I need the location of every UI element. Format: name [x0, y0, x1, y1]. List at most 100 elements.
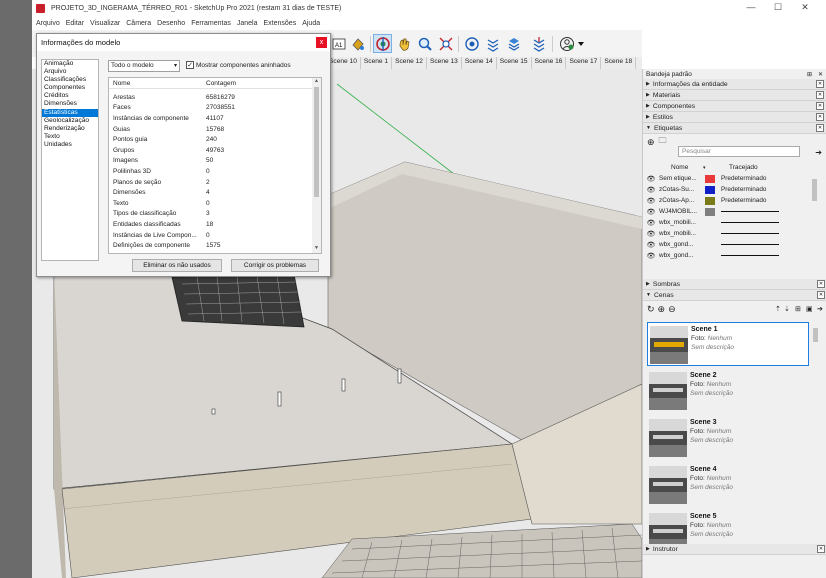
- add-tag-icon[interactable]: ⊕: [647, 137, 655, 148]
- share-model-icon[interactable]: [504, 34, 523, 53]
- tag-dash-line[interactable]: [721, 244, 779, 245]
- tab-scene-10[interactable]: Scene 10: [326, 57, 361, 69]
- tag-row[interactable]: 👁 wbx_gond...: [645, 250, 810, 261]
- tag-col-name[interactable]: Nome: [657, 164, 691, 171]
- tag-row[interactable]: 👁 WJ4MOBIL...: [645, 206, 810, 217]
- tag-color-swatch[interactable]: [705, 174, 715, 183]
- tag-dash-line[interactable]: [721, 222, 779, 223]
- tag-row[interactable]: 👁 Sem etique... Predeterminado: [645, 173, 810, 184]
- scroll-up-icon[interactable]: ▲: [312, 78, 321, 84]
- warehouse-icon[interactable]: [462, 34, 481, 53]
- menu-extensoes[interactable]: Extensões: [264, 20, 297, 27]
- close-panel-icon[interactable]: ✕: [816, 80, 824, 88]
- section-tags[interactable]: ▼ Etiquetas ✕: [643, 123, 826, 134]
- tab-scene-14[interactable]: Scene 14: [462, 57, 497, 69]
- section-shadows[interactable]: ▶ Sombras ✕: [643, 279, 826, 290]
- scene-scrollbar[interactable]: [811, 322, 820, 537]
- tag-scroll-thumb[interactable]: [812, 179, 817, 201]
- fix-problems-button[interactable]: Corrigir os problemas: [231, 259, 319, 272]
- scene-item[interactable]: Scene 2 Foto: Nenhum Sem descrição: [647, 369, 809, 413]
- category-item-selected[interactable]: Estatísticas: [42, 108, 98, 117]
- menu-janela[interactable]: Janela: [237, 20, 258, 27]
- tab-scene-13[interactable]: Scene 13: [427, 57, 462, 69]
- tag-dash-style[interactable]: Predeterminado: [721, 186, 766, 193]
- section-materials[interactable]: ▶ Materiais ✕: [643, 90, 826, 101]
- tag-color-swatch[interactable]: [705, 252, 715, 260]
- statistics-scrollbar[interactable]: ▲ ▼: [312, 78, 321, 253]
- section-scenes[interactable]: ▼ Cenas ✕: [643, 290, 826, 301]
- category-item[interactable]: Geolocalização: [42, 117, 98, 125]
- scene-scroll-thumb[interactable]: [813, 328, 818, 342]
- tab-scene-18[interactable]: Scene 18: [601, 57, 637, 69]
- scene-item[interactable]: Scene 4 Foto: Nenhum Sem descrição: [647, 463, 809, 507]
- visibility-eye-icon[interactable]: 👁: [645, 208, 657, 216]
- tag-dash-line[interactable]: [721, 255, 779, 256]
- category-item[interactable]: Classificações: [42, 76, 98, 84]
- category-item[interactable]: Créditos: [42, 92, 98, 100]
- tag-row[interactable]: 👁 zCotas-Ap... Predeterminado: [645, 195, 810, 206]
- tag-color-swatch[interactable]: [705, 219, 715, 227]
- visibility-eye-icon[interactable]: 👁: [645, 230, 657, 238]
- remove-scene-icon[interactable]: ⊖: [668, 304, 676, 315]
- scroll-down-icon[interactable]: ▼: [312, 245, 321, 251]
- menu-visualizar[interactable]: Visualizar: [90, 20, 120, 27]
- tab-scene-1[interactable]: Scene 1: [361, 57, 393, 69]
- tag-row[interactable]: 👁 wbx_gond...: [645, 239, 810, 250]
- tag-dash-line[interactable]: [721, 233, 779, 234]
- minimize-button[interactable]: —: [740, 2, 762, 12]
- menu-desenho[interactable]: Desenho: [157, 20, 185, 27]
- close-panel-icon[interactable]: ✕: [817, 545, 825, 553]
- tag-color-swatch[interactable]: [705, 185, 715, 194]
- zoom-icon[interactable]: [415, 34, 434, 53]
- tray-close-icon[interactable]: ✕: [818, 71, 823, 78]
- close-panel-icon[interactable]: ✕: [816, 91, 824, 99]
- tab-scene-17[interactable]: Scene 17: [566, 57, 602, 69]
- add-scene-icon[interactable]: ⊕: [658, 304, 666, 315]
- visibility-eye-icon[interactable]: 👁: [645, 241, 657, 249]
- account-menu-icon[interactable]: [558, 34, 588, 53]
- sort-chevron-icon[interactable]: ▾: [691, 165, 709, 171]
- extension-warehouse-icon[interactable]: [529, 34, 548, 53]
- visibility-eye-icon[interactable]: 👁: [645, 252, 657, 260]
- pan-hand-icon[interactable]: [394, 34, 413, 53]
- close-panel-icon[interactable]: ✕: [816, 113, 824, 121]
- tag-color-swatch[interactable]: [705, 207, 715, 216]
- tag-color-swatch[interactable]: [705, 241, 715, 249]
- menu-arquivo[interactable]: Arquivo: [36, 20, 60, 27]
- orbit-icon[interactable]: [373, 34, 392, 53]
- category-item[interactable]: Texto: [42, 133, 98, 141]
- zoom-extents-icon[interactable]: [436, 34, 455, 53]
- tab-scene-15[interactable]: Scene 15: [497, 57, 532, 69]
- tab-scene-16[interactable]: Scene 16: [532, 57, 567, 69]
- menu-editar[interactable]: Editar: [66, 20, 84, 27]
- category-item[interactable]: Arquivo: [42, 68, 98, 76]
- category-item[interactable]: Dimensões: [42, 100, 98, 108]
- visibility-eye-icon[interactable]: 👁: [645, 175, 657, 183]
- section-styles[interactable]: ▶ Estilos ✕: [643, 112, 826, 123]
- move-scene-down-icon[interactable]: ⇣: [784, 305, 790, 313]
- tag-dash-line[interactable]: [721, 211, 779, 212]
- section-entity-info[interactable]: ▶ Informações da entidade ✕: [643, 79, 826, 90]
- tag-color-swatch[interactable]: [705, 230, 715, 238]
- scene-item-selected[interactable]: Scene 1 Foto: Nenhum Sem descrição: [647, 322, 809, 366]
- scope-dropdown[interactable]: Todo o modelo ▾: [108, 60, 180, 72]
- visibility-eye-icon[interactable]: 👁: [645, 186, 657, 194]
- section-instructor[interactable]: ▶ Instrutor ✕: [643, 544, 826, 555]
- pin-icon[interactable]: ⊞: [807, 71, 812, 78]
- dialog-close-button[interactable]: x: [316, 37, 327, 48]
- visibility-eye-icon[interactable]: 👁: [645, 219, 657, 227]
- tag-dash-style[interactable]: Predeterminado: [721, 175, 766, 182]
- tab-scene-12[interactable]: Scene 12: [392, 57, 427, 69]
- category-item[interactable]: Unidades: [42, 141, 98, 149]
- add-tag-folder-icon[interactable]: 🗀: [659, 135, 667, 149]
- close-window-button[interactable]: ✕: [794, 2, 816, 13]
- update-scene-icon[interactable]: ↻: [647, 304, 655, 315]
- maximize-button[interactable]: ☐: [767, 2, 789, 13]
- view-options-icon[interactable]: ⊞: [795, 305, 801, 313]
- scene-arrow-icon[interactable]: ➔: [817, 305, 823, 313]
- tag-color-swatch[interactable]: [705, 196, 715, 205]
- tag-scrollbar[interactable]: [810, 173, 819, 261]
- menu-ajuda[interactable]: Ajuda: [302, 20, 320, 27]
- text-tool-icon[interactable]: A1: [329, 34, 348, 53]
- category-item[interactable]: Renderização: [42, 125, 98, 133]
